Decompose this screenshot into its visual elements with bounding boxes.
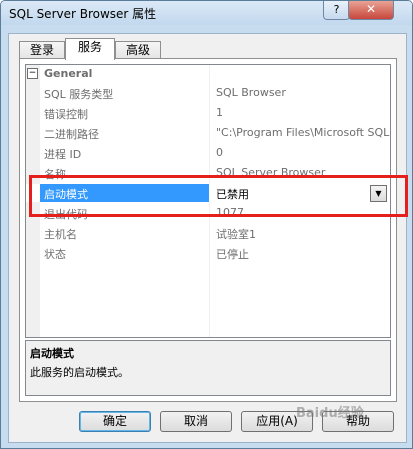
ok-button[interactable]: 确定: [79, 411, 151, 432]
property-value: 试验室1: [216, 228, 256, 241]
property-value: "C:\Program Files\Microsoft SQL: [216, 126, 390, 139]
property-name: 错误控制: [44, 108, 88, 121]
tab-login[interactable]: 登录: [19, 41, 65, 59]
category-label: General: [44, 67, 93, 80]
property-row[interactable]: 状态 已停止: [26, 244, 390, 262]
property-name: 主机名: [44, 228, 77, 241]
property-row[interactable]: SQL 服务类型 SQL Browser: [26, 84, 390, 102]
property-value: 1: [216, 106, 223, 119]
cancel-button[interactable]: 取消: [160, 411, 232, 432]
property-row[interactable]: 主机名 试验室1: [26, 224, 390, 242]
property-row[interactable]: 二进制路径 "C:\Program Files\Microsoft SQL: [26, 124, 390, 142]
property-value: 0: [216, 146, 223, 159]
watermark: Baidu经验: [296, 406, 364, 421]
description-pane: 启动模式 此服务的启动模式。: [25, 340, 391, 396]
property-row[interactable]: 进程 ID 0: [26, 144, 390, 162]
window-title: SQL Server Browser 属性: [9, 7, 157, 21]
description-text: 此服务的启动模式。: [30, 366, 129, 379]
tab-service[interactable]: 服务: [65, 38, 115, 60]
property-name: SQL 服务类型: [44, 88, 114, 101]
property-name: 进程 ID: [44, 148, 82, 161]
description-title: 启动模式: [30, 347, 74, 360]
close-button[interactable]: ✕: [348, 1, 394, 20]
help-title-button[interactable]: ?: [323, 1, 350, 20]
category-row[interactable]: − General: [26, 65, 390, 83]
property-name: 二进制路径: [44, 128, 99, 141]
property-row[interactable]: 错误控制 1: [26, 104, 390, 122]
property-value: SQL Browser: [216, 86, 286, 99]
title-bar[interactable]: SQL Server Browser 属性 ? ✕: [1, 1, 412, 25]
tab-panel: − General SQL 服务类型 SQL Browser 错误控制 1 二进…: [19, 58, 397, 402]
properties-dialog: SQL Server Browser 属性 ? ✕ 登录 服务 高级 − Gen…: [0, 0, 413, 449]
property-name: 状态: [44, 248, 66, 261]
highlight-box: [29, 175, 408, 217]
property-value: 已停止: [216, 248, 249, 261]
tab-advanced[interactable]: 高级: [115, 41, 161, 59]
dialog-client-area: 登录 服务 高级 − General SQL 服务类型 SQL Browser …: [8, 33, 407, 443]
collapse-icon[interactable]: −: [27, 68, 38, 79]
